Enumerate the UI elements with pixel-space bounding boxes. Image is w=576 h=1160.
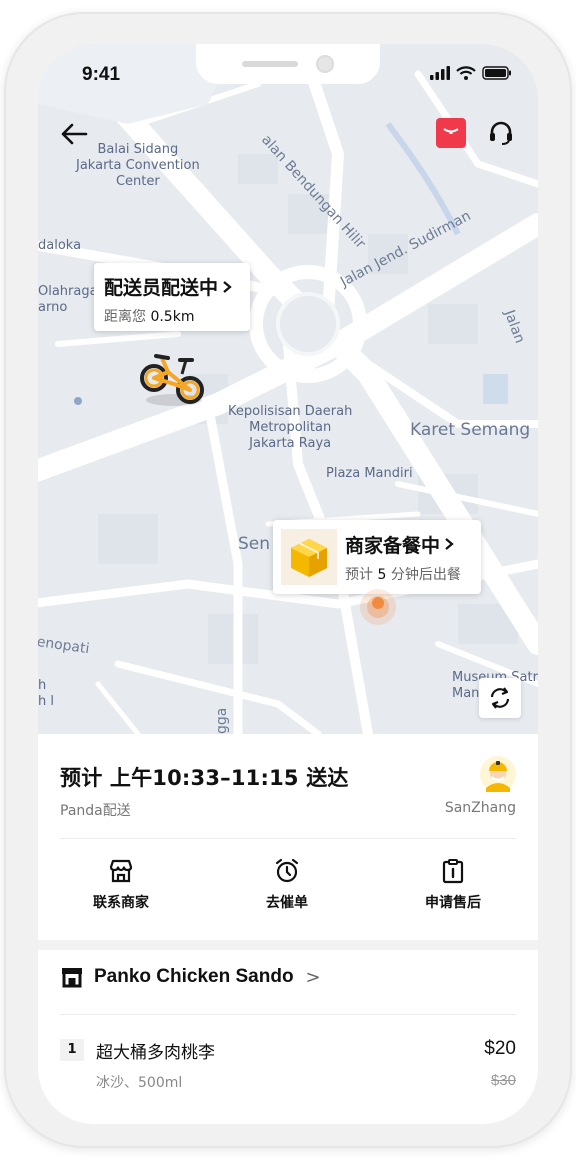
order-sheet: 预计 上午10:33–11:15 送达 Panda配送 SanZhang 联系商…	[38, 734, 538, 1124]
rider-status-bubble[interactable]: 配送员配送中 距离您 0.5km	[94, 263, 250, 331]
refresh-map-button[interactable]	[479, 678, 521, 718]
item-original-price: $30	[490, 1072, 516, 1089]
chevron-right-icon	[445, 538, 454, 550]
store-name: Panko Chicken Sando	[94, 966, 294, 987]
rider-bike-marker[interactable]	[138, 344, 208, 412]
map-label-police: Kepolisisan Daerah Metropolitan Jakarta Ra…	[228, 404, 353, 451]
signal-icon	[430, 66, 450, 80]
storefront-icon	[62, 968, 82, 988]
map-label-daloka: daloka	[38, 238, 82, 253]
rider-distance: 0.5km	[150, 309, 195, 325]
refresh-icon	[490, 687, 510, 709]
red-packet-icon	[443, 128, 459, 134]
speaker-grille	[242, 61, 298, 67]
map-label-convention: Balai Sidang Jakarta Convention Center	[76, 142, 200, 189]
item-spec: 冰沙、500ml	[96, 1075, 183, 1091]
status-icons	[430, 66, 512, 80]
map-label-sen: Sen	[238, 534, 271, 554]
shop-location-pin[interactable]	[358, 589, 398, 633]
store-icon	[109, 859, 133, 883]
action-label: 去催单	[266, 895, 308, 911]
divider	[60, 1014, 516, 1015]
chevron-right-icon: >	[305, 966, 321, 988]
package-box-icon	[281, 529, 337, 585]
prep-suffix: 分钟后出餐	[390, 566, 461, 583]
phone-notch	[196, 44, 380, 84]
after-sales-button[interactable]: 申请售后	[370, 852, 536, 922]
list-item[interactable]: 1 超大桶多肉桃李 $20 冰沙、500ml $30	[60, 1038, 516, 1098]
red-packet-button[interactable]	[436, 118, 466, 148]
phone-screen: Balai Sidang Jakarta Convention Center ala…	[38, 44, 538, 1124]
action-label: 联系商家	[93, 895, 149, 911]
item-price: $20	[484, 1038, 516, 1059]
map-label-gga: gga	[214, 707, 230, 734]
rider-status-title: 配送员配送中	[104, 277, 219, 299]
wifi-icon	[456, 66, 476, 80]
status-time: 9:41	[82, 64, 121, 85]
divider	[60, 838, 516, 839]
shop-status-title: 商家备餐中	[345, 534, 441, 557]
prep-minutes: 5	[377, 566, 387, 583]
item-name: 超大桶多肉桃李	[96, 1043, 215, 1063]
arrow-left-icon	[61, 123, 88, 145]
shop-status-bubble[interactable]: 商家备餐中 预计 5 分钟后出餐	[273, 520, 481, 594]
front-camera	[316, 55, 334, 73]
section-separator	[38, 940, 538, 950]
map-label-h: hh l	[38, 678, 54, 709]
store-header[interactable]: Panko Chicken Sando >	[60, 966, 321, 988]
map-view[interactable]: Balai Sidang Jakarta Convention Center ala…	[38, 44, 538, 734]
action-label: 申请售后	[425, 895, 481, 911]
delivery-eta: 预计 上午10:33–11:15 送达	[60, 766, 349, 790]
clipboard-icon	[442, 859, 464, 884]
back-button[interactable]	[56, 116, 92, 152]
map-label-olahraga: Olahraga arno	[38, 284, 98, 315]
contact-store-button[interactable]: 联系商家	[38, 852, 204, 922]
courier-service: Panda配送	[60, 803, 131, 819]
item-quantity: 1	[60, 1039, 84, 1061]
order-actions: 联系商家 去催单 申请售后	[38, 852, 538, 922]
map-label-plaza: Plaza Mandiri	[326, 466, 413, 481]
map-label-karet: Karet Semang	[410, 420, 531, 440]
battery-icon	[482, 66, 511, 80]
chevron-right-icon	[223, 280, 232, 293]
rider-name: SanZhang	[444, 800, 516, 816]
rider-distance-prefix: 距离您	[104, 309, 146, 325]
headset-icon	[490, 121, 512, 145]
rider-avatar[interactable]	[480, 756, 516, 792]
prep-prefix: 预计	[345, 566, 373, 583]
urge-order-button[interactable]: 去催单	[204, 852, 370, 922]
alarm-clock-icon	[275, 858, 299, 883]
customer-service-button[interactable]	[484, 116, 518, 150]
